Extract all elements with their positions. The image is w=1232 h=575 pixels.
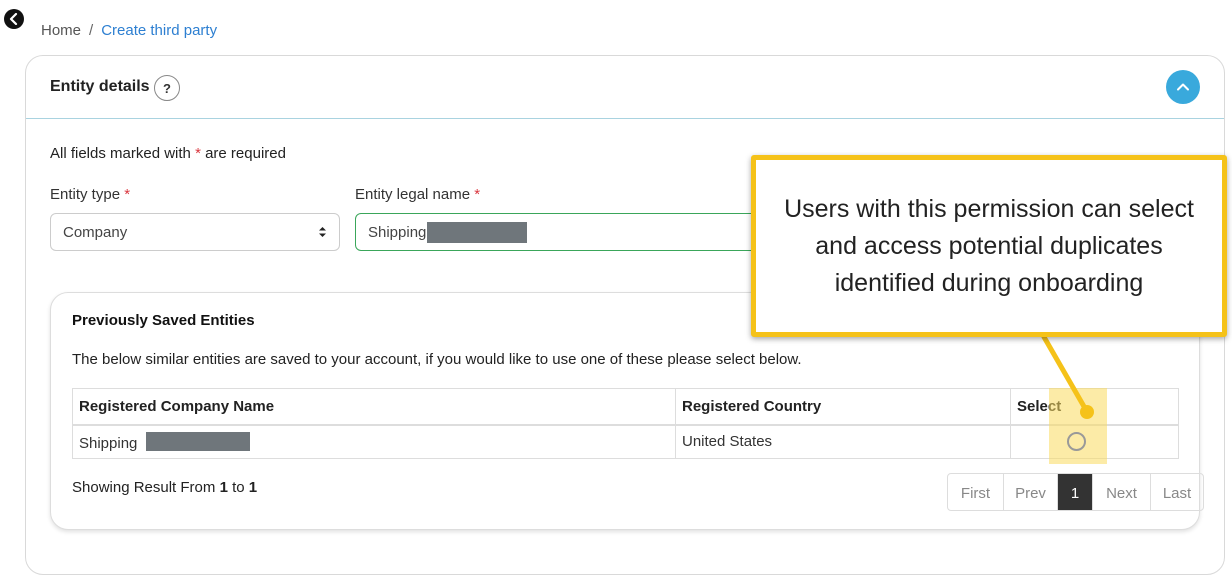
result-summary-prefix: Showing Result From — [72, 479, 216, 496]
pagination-last[interactable]: Last — [1151, 474, 1203, 510]
page-title: Entity details — [50, 78, 150, 95]
saved-entities-table: Registered Company Name Registered Count… — [72, 388, 1179, 459]
breadcrumb: Home / Create third party — [41, 22, 217, 39]
redaction-block — [145, 431, 250, 451]
company-name-cell: Shipping — [72, 424, 676, 459]
company-name-text: Shipping — [79, 434, 138, 452]
pagination-prev[interactable]: Prev — [1004, 474, 1058, 510]
saved-entities-title: Previously Saved Entities — [72, 312, 255, 329]
chevron-left-icon — [9, 13, 18, 25]
result-summary: Showing Result From 1 to 1 — [72, 479, 257, 496]
result-to: 1 — [248, 479, 258, 496]
select-highlight — [1049, 388, 1107, 464]
required-asterisk: * — [474, 186, 481, 203]
result-from: 1 — [219, 479, 228, 496]
pagination-page-1[interactable]: 1 — [1058, 474, 1093, 510]
card-header: Entity details ? — [26, 56, 1224, 119]
pagination-next[interactable]: Next — [1093, 474, 1151, 510]
required-fields-note: All fields marked with * are required — [50, 145, 286, 162]
required-asterisk: * — [195, 145, 201, 162]
callout-text: Users with this permission can select an… — [784, 194, 1194, 297]
collapse-button[interactable] — [1166, 70, 1200, 104]
callout-annotation: Users with this permission can select an… — [751, 155, 1227, 337]
entity-type-value: Company — [63, 223, 128, 241]
select-radio-button[interactable] — [1067, 432, 1086, 451]
table-row: Shipping United States — [72, 424, 1179, 459]
pagination: First Prev 1 Next Last — [947, 473, 1204, 511]
entity-type-label-text: Entity type — [50, 186, 121, 203]
result-to-word: to — [232, 479, 245, 496]
chevron-up-icon — [1177, 83, 1189, 91]
sort-arrows-icon — [319, 227, 326, 237]
back-button[interactable] — [4, 9, 24, 29]
entity-legal-name-label: Entity legal name * — [355, 186, 480, 203]
table-header-row: Registered Company Name Registered Count… — [72, 388, 1179, 426]
required-note-prefix: All fields marked with — [50, 145, 191, 162]
help-icon[interactable]: ? — [154, 75, 180, 101]
required-asterisk: * — [124, 186, 131, 203]
entity-legal-name-value: Shipping — [368, 223, 427, 241]
country-cell: United States — [675, 424, 1011, 459]
breadcrumb-separator: / — [89, 22, 94, 39]
column-header-country: Registered Country — [675, 388, 1011, 426]
breadcrumb-current[interactable]: Create third party — [101, 22, 217, 39]
column-header-company-name: Registered Company Name — [72, 388, 676, 426]
entity-legal-name-input[interactable]: Shipping — [355, 213, 785, 251]
entity-legal-name-label-text: Entity legal name — [355, 186, 471, 203]
breadcrumb-home[interactable]: Home — [41, 22, 81, 39]
redaction-block — [427, 221, 528, 243]
required-note-suffix: are required — [205, 145, 286, 162]
entity-type-select[interactable]: Company — [50, 213, 340, 251]
saved-entities-description: The below similar entities are saved to … — [72, 351, 802, 368]
entity-type-label: Entity type * — [50, 186, 130, 203]
pagination-first[interactable]: First — [948, 474, 1004, 510]
